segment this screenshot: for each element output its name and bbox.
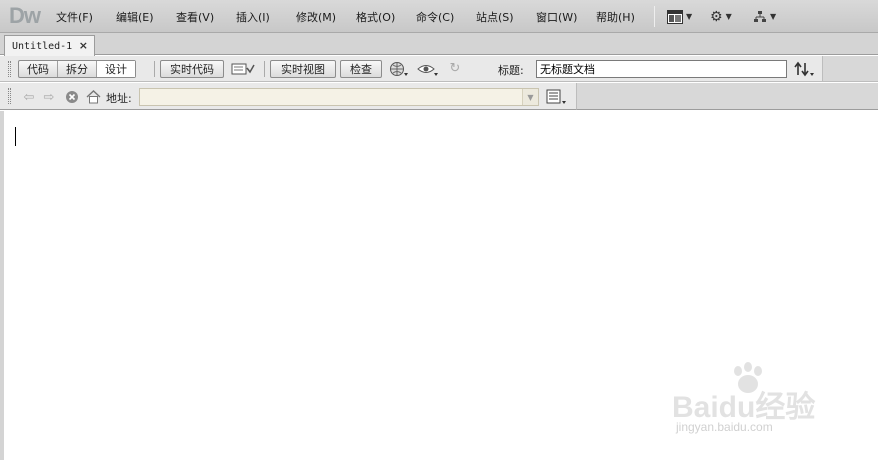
menu-view[interactable]: 查看(V) xyxy=(176,9,214,25)
browser-options-icon[interactable] xyxy=(545,88,569,105)
address-bar-filler xyxy=(576,83,878,110)
menu-window[interactable]: 窗口(W) xyxy=(536,9,577,25)
view-mode-group: 代码 拆分 设计 xyxy=(18,60,136,78)
chevron-down-icon: ▼ xyxy=(725,12,732,21)
home-icon[interactable] xyxy=(85,89,101,105)
toolbar-grip[interactable] xyxy=(8,61,11,77)
menu-modify[interactable]: 修改(M) xyxy=(296,9,336,25)
document-tab-label: Untitled-1 xyxy=(12,40,73,52)
menu-bar: Dw 文件(F) 编辑(E) 查看(V) 插入(I) 修改(M) 格式(O) 命… xyxy=(0,0,878,33)
chevron-down-icon[interactable]: ▼ xyxy=(522,89,538,105)
dreamweaver-logo: Dw xyxy=(9,3,41,28)
close-icon[interactable]: × xyxy=(79,39,88,52)
menu-commands[interactable]: 命令(C) xyxy=(416,9,454,25)
toolbar-separator xyxy=(264,61,265,77)
live-code-button[interactable]: 实时代码 xyxy=(160,60,224,78)
site-dropdown[interactable]: ▼ xyxy=(753,8,776,25)
menu-separator xyxy=(654,6,655,27)
text-caret xyxy=(15,127,16,146)
gear-icon: ⚙ xyxy=(710,8,723,25)
address-label: 地址: xyxy=(106,92,132,105)
menu-format[interactable]: 格式(O) xyxy=(356,9,395,25)
menu-file[interactable]: 文件(F) xyxy=(56,9,93,25)
design-view-button[interactable]: 设计 xyxy=(97,61,135,77)
menu-help[interactable]: 帮助(H) xyxy=(596,9,635,25)
title-label: 标题: xyxy=(498,64,524,77)
document-tab-strip: Untitled-1 × xyxy=(0,33,878,56)
toolbar-overflow-area xyxy=(822,56,878,82)
toolbar-separator xyxy=(154,61,155,77)
chevron-down-icon: ▼ xyxy=(686,12,693,21)
forward-arrow-icon[interactable]: ⇨ xyxy=(41,89,57,105)
live-view-button[interactable]: 实时视图 xyxy=(270,60,336,78)
watermark-url: jingyan.baidu.com xyxy=(676,420,773,434)
menu-edit[interactable]: 编辑(E) xyxy=(116,9,154,25)
code-view-button[interactable]: 代码 xyxy=(19,61,58,77)
visual-aids-icon[interactable] xyxy=(416,60,440,77)
menu-insert[interactable]: 插入(I) xyxy=(236,9,270,25)
inspect-button[interactable]: 检查 xyxy=(340,60,382,78)
refresh-icon[interactable]: ↻ xyxy=(446,60,464,77)
preview-browser-icon[interactable] xyxy=(388,60,410,77)
toolbar-grip[interactable] xyxy=(8,88,11,104)
browser-compat-icon[interactable] xyxy=(230,60,256,77)
back-arrow-icon[interactable]: ⇦ xyxy=(21,89,37,105)
site-tree-icon xyxy=(754,10,766,22)
split-view-button[interactable]: 拆分 xyxy=(58,61,97,77)
baidu-watermark: Baidu经验 jingyan.baidu.com xyxy=(672,362,842,442)
document-tab[interactable]: Untitled-1 × xyxy=(4,35,95,56)
menu-site[interactable]: 站点(S) xyxy=(476,9,514,25)
address-input[interactable] xyxy=(139,88,539,106)
chevron-down-icon: ▼ xyxy=(770,12,777,21)
stop-icon[interactable] xyxy=(64,89,80,105)
layout-icon xyxy=(667,9,683,24)
file-management-icon[interactable] xyxy=(792,60,816,77)
document-title-input[interactable] xyxy=(536,60,787,78)
layout-dropdown[interactable]: ▼ xyxy=(667,8,692,25)
extend-dropdown[interactable]: ⚙ ▼ xyxy=(710,8,732,25)
